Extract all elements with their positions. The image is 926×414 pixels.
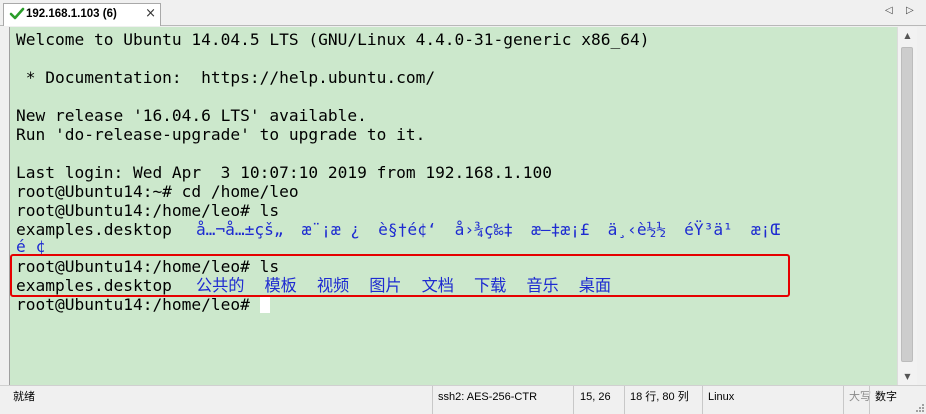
- tab-title: 192.168.1.103 (6): [26, 8, 117, 20]
- tab-bar: 192.168.1.103 (6) × ◁ ▷: [0, 0, 926, 26]
- terminal-prompt-line: root@Ubuntu14:/home/leo#: [16, 295, 270, 314]
- tab-close-icon[interactable]: ×: [145, 7, 156, 21]
- dir-name: å…¬å…±çš„: [195, 220, 284, 239]
- session-tab[interactable]: 192.168.1.103 (6) ×: [3, 3, 161, 26]
- terminal-line: Welcome to Ubuntu 14.04.5 LTS (GNU/Linux…: [16, 30, 650, 49]
- terminal-line: root@Ubuntu14:~# cd /home/leo: [16, 182, 299, 201]
- dir-name: ä¸‹è½½: [607, 220, 667, 239]
- dir-name: è§†é¢‘: [378, 220, 437, 239]
- terminal-line: * Documentation: https://help.ubuntu.com…: [16, 68, 436, 87]
- terminal-line: Last login: Wed Apr 3 10:07:10 2019 from…: [16, 163, 553, 182]
- ls-output-garbled: examples.desktop å…¬å…±çš„ æ¨¡æ ¿ è§†é¢‘ å›¾…: [16, 220, 780, 239]
- window-edge: [917, 27, 926, 385]
- terminal-screen[interactable]: Welcome to Ubuntu 14.04.5 LTS (GNU/Linux…: [9, 27, 897, 385]
- tab-scroll-left-icon[interactable]: ◁: [885, 5, 893, 16]
- status-num-lock: 数字: [869, 386, 909, 414]
- status-rows-cols: 18 行, 80 列: [624, 386, 701, 414]
- terminal-line: root@Ubuntu14:/home/leo# ls: [16, 201, 280, 220]
- terminal-line: Run 'do-release-upgrade' to upgrade to i…: [16, 125, 426, 144]
- status-bar: 就绪 ssh2: AES-256-CTR 15, 26 18 行, 80 列 L…: [0, 385, 926, 414]
- dir-name: æ¨¡æ ¿: [301, 220, 361, 239]
- dir-name: éŸ³ä¹: [684, 220, 733, 239]
- scroll-thumb[interactable]: [901, 47, 913, 362]
- dir-name: æ–‡æ¡£: [531, 220, 590, 239]
- dir-name: æ¡Œ: [750, 220, 781, 239]
- status-terminal-type: Linux: [702, 386, 842, 414]
- status-cursor-position: 15, 26: [573, 386, 623, 414]
- dir-name: å›¾ç‰‡: [454, 220, 514, 239]
- terminal-line: New release '16.04.6 LTS' available.: [16, 106, 367, 125]
- scroll-down-icon[interactable]: ▼: [898, 368, 917, 385]
- vertical-scrollbar[interactable]: ▲ ▼: [897, 27, 917, 385]
- terminal-prompt: root@Ubuntu14:/home/leo#: [16, 295, 260, 314]
- scroll-up-icon[interactable]: ▲: [898, 27, 917, 44]
- tab-scroll-right-icon[interactable]: ▷: [906, 5, 914, 16]
- resize-grip-icon[interactable]: [914, 402, 924, 412]
- status-caps-lock: 大写: [843, 386, 871, 414]
- highlight-annotation: [10, 254, 790, 297]
- status-connection: ssh2: AES-256-CTR: [432, 386, 572, 414]
- green-check-icon: [9, 7, 25, 20]
- text-cursor: [259, 297, 270, 313]
- status-ready: 就绪: [13, 391, 35, 403]
